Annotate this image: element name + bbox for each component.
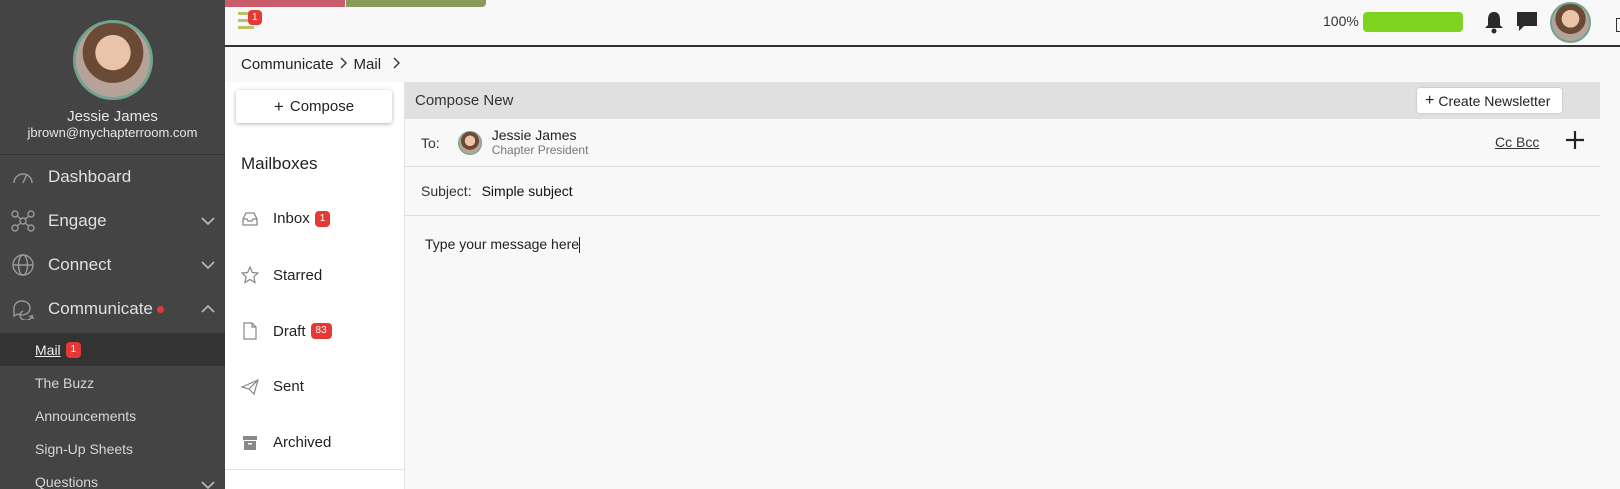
top-bar: 1 100%: [225, 0, 1620, 47]
compose-title: Compose New: [415, 92, 514, 109]
subnav-signup-sheets-label: Sign-Up Sheets: [35, 440, 134, 457]
profile-avatar[interactable]: [72, 20, 153, 100]
mailbox-sent-label: Sent: [273, 378, 304, 395]
text-cursor: [579, 237, 581, 254]
gauge-icon: [10, 164, 36, 190]
profile-name: Jessie James: [67, 108, 158, 125]
compose-panel: Compose New + Create Newsletter To: Jess…: [405, 82, 1600, 489]
mailboxes-title: Mailboxes: [241, 154, 318, 173]
chevron-right-icon: [340, 56, 348, 73]
create-newsletter-button[interactable]: + Create Newsletter: [1417, 88, 1563, 113]
subject-label: Subject:: [421, 183, 472, 199]
mailbox-draft[interactable]: Draft 83: [241, 322, 332, 340]
nav-communicate-label: Communicate: [48, 299, 153, 318]
mailbox-archived[interactable]: Archived: [241, 434, 331, 451]
message-body-editor[interactable]: Type your message here: [405, 216, 1600, 273]
mailbox-starred-label: Starred: [273, 266, 323, 284]
mail-badge: 1: [65, 341, 82, 358]
mailbox-draft-label: Draft: [273, 322, 306, 340]
mailbox-inbox[interactable]: Inbox 1: [241, 210, 331, 227]
recipient-title: Chapter President: [491, 143, 589, 157]
cc-bcc-link[interactable]: Cc Bcc: [1495, 134, 1539, 150]
notification-dot: [156, 305, 164, 313]
subject-field[interactable]: Subject: Simple subject: [405, 167, 1600, 216]
completion-percent: 100%: [1323, 13, 1359, 29]
subnav-signup-sheets[interactable]: Sign-Up Sheets: [0, 432, 225, 465]
subnav-mail-label: Mail: [35, 341, 61, 358]
menu-badge: 1: [248, 10, 262, 25]
compose-button-label: Compose: [289, 98, 355, 115]
breadcrumb-communicate[interactable]: Communicate: [241, 56, 334, 73]
mailbox-starred[interactable]: Starred: [241, 266, 322, 284]
mailbox-sent[interactable]: Sent: [241, 378, 304, 395]
breadcrumb-mail[interactable]: Mail: [354, 56, 382, 73]
nav-connect[interactable]: Connect: [0, 243, 225, 287]
recipient-name: Jessie James: [491, 127, 577, 143]
chevron-down-icon: [201, 477, 215, 489]
chevron-down-icon: [201, 211, 215, 231]
mailbox-archived-label: Archived: [273, 434, 332, 451]
archive-icon: [241, 435, 259, 451]
nav-connect-label: Connect: [48, 255, 112, 274]
sidebar: Jessie James jbrown@mychapterroom.com Da…: [0, 0, 225, 489]
nav-engage[interactable]: Engage: [0, 199, 225, 243]
chat-bubbles-icon: [10, 296, 36, 322]
compose-header: Compose New + Create Newsletter: [405, 82, 1600, 119]
document-icon: [241, 322, 259, 340]
subnav-announcements-label: Announcements: [35, 407, 137, 424]
inbox-icon: [241, 211, 259, 226]
plus-icon: +: [1425, 91, 1435, 109]
profile-panel: Jessie James jbrown@mychapterroom.com: [0, 0, 225, 155]
recipient-chip[interactable]: Jessie James Chapter President: [491, 127, 589, 158]
subnav-questions-label: Questions: [35, 473, 99, 489]
completion-progress-bar: [1363, 12, 1463, 32]
breadcrumb: Communicate Mail: [241, 56, 401, 73]
globe-icon: [10, 252, 36, 278]
to-field[interactable]: To: Jessie James Chapter President Cc Bc…: [405, 119, 1600, 167]
send-icon: [241, 378, 259, 395]
plus-icon: +: [273, 96, 284, 116]
subnav-questions[interactable]: Questions: [0, 465, 225, 489]
user-avatar[interactable]: [1550, 2, 1591, 43]
chevron-down-icon: [201, 255, 215, 275]
compose-button[interactable]: + Compose: [236, 90, 392, 123]
to-label: To:: [421, 134, 440, 151]
edge-icon: [1616, 18, 1620, 32]
inbox-badge: 1: [314, 210, 331, 227]
add-recipient-icon[interactable]: [1565, 128, 1585, 154]
bell-icon[interactable]: [1483, 10, 1505, 39]
tab-strip-green: [346, 0, 486, 7]
completion-progress-fill: [1363, 12, 1463, 32]
nav-communicate[interactable]: Communicate: [0, 287, 225, 331]
nav-engage-label: Engage: [48, 211, 107, 230]
network-icon: [10, 208, 36, 234]
chat-icon[interactable]: [1515, 10, 1539, 39]
nav-dashboard[interactable]: Dashboard: [0, 155, 225, 199]
divider: [225, 469, 405, 470]
chevron-up-icon: [201, 299, 215, 319]
nav-dashboard-label: Dashboard: [48, 167, 132, 186]
draft-badge: 83: [310, 323, 332, 339]
profile-email: jbrown@mychapterroom.com: [27, 125, 198, 140]
subnav-announcements[interactable]: Announcements: [0, 399, 225, 432]
subnav-mail[interactable]: Mail 1: [0, 333, 225, 366]
mailbox-column: + Compose Mailboxes Inbox 1 Starred Draf…: [225, 82, 405, 489]
tab-strip-red: [225, 0, 345, 7]
subnav-the-buzz-label: The Buzz: [35, 374, 95, 391]
create-newsletter-label: Create Newsletter: [1438, 92, 1551, 109]
recipient-avatar: [457, 130, 482, 155]
star-icon: [241, 266, 259, 284]
chevron-right-icon: [393, 56, 401, 73]
subnav-the-buzz[interactable]: The Buzz: [0, 366, 225, 399]
subject-input[interactable]: Simple subject: [482, 183, 573, 199]
message-body-text: Type your message here: [425, 236, 580, 252]
mailbox-inbox-label: Inbox: [273, 210, 310, 227]
